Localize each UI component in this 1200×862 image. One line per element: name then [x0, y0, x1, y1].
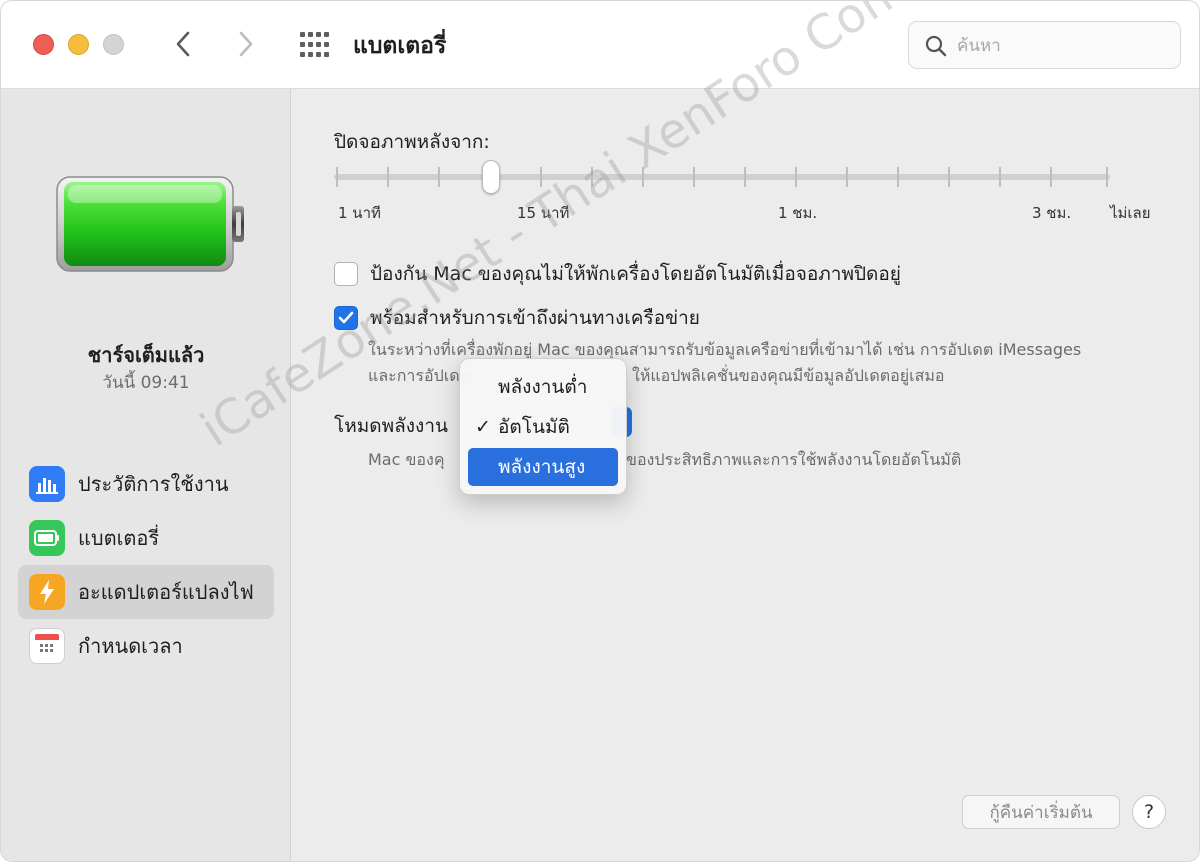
- slider-tick: [897, 167, 899, 187]
- menu-item-label: อัตโนมัติ: [498, 416, 570, 438]
- slider-label-15min: 15 นาที: [517, 204, 570, 222]
- power-mode-label: โหมดพลังงาน: [334, 415, 448, 437]
- slider-track: [334, 174, 1110, 180]
- lightning-icon: [29, 574, 65, 610]
- main-panel: ปิดจอภาพหลังจาก: 1 นาที 15 นาที 1 ชม. 3 …: [292, 89, 1199, 861]
- power-mode-description-left: Mac ของคุ: [368, 450, 445, 469]
- back-button[interactable]: [166, 27, 200, 61]
- checkmark-icon: ✓: [475, 416, 491, 438]
- battery-status-title: ชาร์จเต็มแล้ว: [87, 343, 205, 367]
- network-access-option[interactable]: พร้อมสำหรับการเข้าถึงผ่านทางเครือข่าย: [334, 303, 700, 333]
- slider-tick: [744, 167, 746, 187]
- prevent-sleep-option[interactable]: ป้องกัน Mac ของคุณไม่ให้พักเครื่องโดยอัต…: [334, 259, 901, 289]
- forward-button[interactable]: [229, 27, 263, 61]
- sidebar-item-power-adapter[interactable]: อะแดปเตอร์แปลงไฟ: [18, 565, 274, 619]
- menu-item-high-power[interactable]: พลังงานสูง: [468, 448, 618, 486]
- slider-tick: [1106, 167, 1108, 187]
- power-mode-description-right: ของประสิทธิภาพและการใช้พลังงานโดยอัตโนมั…: [626, 450, 962, 469]
- network-access-description-line2-right: ให้แอปพลิเคชั่นของคุณมีข้อมูลอัปเดตอยู่เ…: [632, 366, 945, 385]
- grid-icon: [300, 32, 329, 57]
- battery-icon: [29, 520, 65, 556]
- title-bar: แบตเตอรี่: [1, 1, 1199, 89]
- help-button[interactable]: ?: [1132, 795, 1166, 829]
- bar-chart-icon: [29, 466, 65, 502]
- search-field[interactable]: [908, 21, 1181, 69]
- sidebar: ชาร์จเต็มแล้ว วันนี้ 09:41 ประวัติการใช้…: [1, 89, 291, 861]
- network-access-label: พร้อมสำหรับการเข้าถึงผ่านทางเครือข่าย: [370, 307, 700, 329]
- slider-tick: [438, 167, 440, 187]
- search-icon: [925, 35, 947, 57]
- slider-knob[interactable]: [482, 160, 500, 194]
- sidebar-item-label: อะแดปเตอร์แปลงไฟ: [78, 580, 254, 604]
- slider-label-1min: 1 นาที: [338, 204, 381, 222]
- show-all-button[interactable]: [298, 30, 332, 60]
- checkmark-icon: [338, 311, 354, 324]
- zoom-window-button[interactable]: [103, 34, 124, 55]
- power-mode-menu: พลังงานต่ำ ✓ อัตโนมัติ พลังงานสูง: [459, 358, 627, 495]
- sidebar-item-label: ประวัติการใช้งาน: [78, 472, 229, 496]
- slider-tick: [846, 167, 848, 187]
- slider-tick: [642, 167, 644, 187]
- menu-item-low-power[interactable]: พลังงานต่ำ: [468, 368, 618, 406]
- slider-tick: [999, 167, 1001, 187]
- sidebar-item-label: แบตเตอรี่: [78, 526, 160, 550]
- chevron-left-icon: [176, 31, 190, 57]
- sidebar-item-label: กำหนดเวลา: [78, 634, 183, 658]
- slider-label-3hr: 3 ชม.: [1032, 204, 1072, 222]
- menu-item-automatic[interactable]: ✓ อัตโนมัติ: [468, 408, 618, 446]
- battery-status-time: วันนี้ 09:41: [102, 373, 190, 393]
- restore-defaults-button[interactable]: กู้คืนค่าเริ่มต้น: [962, 795, 1120, 829]
- slider-tick: [387, 167, 389, 187]
- minimize-window-button[interactable]: [68, 34, 89, 55]
- slider-tick: [540, 167, 542, 187]
- sidebar-item-schedule[interactable]: กำหนดเวลา: [18, 619, 274, 673]
- slider-tick: [591, 167, 593, 187]
- sidebar-item-usage-history[interactable]: ประวัติการใช้งาน: [18, 457, 274, 511]
- battery-full-icon: [56, 176, 244, 272]
- slider-tick: [948, 167, 950, 187]
- network-access-checkbox[interactable]: [334, 306, 358, 330]
- slider-tick: [795, 167, 797, 187]
- slider-tick: [693, 167, 695, 187]
- calendar-icon: [29, 628, 65, 664]
- network-access-description-line2-left: และการอัปเดต: [368, 366, 470, 385]
- slider-tick: [1050, 167, 1052, 187]
- close-window-button[interactable]: [33, 34, 54, 55]
- system-preferences-window: แบตเตอรี่ ค้นหา ชาร์จเต็มแล้ว วันนี้ 09:…: [0, 0, 1200, 862]
- display-off-slider[interactable]: [334, 160, 1110, 195]
- chevron-right-icon: [239, 31, 253, 57]
- sidebar-item-battery[interactable]: แบตเตอรี่: [18, 511, 274, 565]
- slider-label-1hr: 1 ชม.: [778, 204, 818, 222]
- prevent-sleep-label: ป้องกัน Mac ของคุณไม่ให้พักเครื่องโดยอัต…: [370, 263, 901, 285]
- search-input[interactable]: [957, 33, 1167, 59]
- slider-label-never: ไม่เลย: [1110, 204, 1151, 222]
- menu-item-label: พลังงานสูง: [498, 456, 586, 478]
- prevent-sleep-checkbox[interactable]: [334, 262, 358, 286]
- display-off-label: ปิดจอภาพหลังจาก:: [334, 131, 490, 153]
- window-title: แบตเตอรี่: [353, 33, 447, 59]
- slider-tick: [336, 167, 338, 187]
- menu-item-label: พลังงานต่ำ: [498, 376, 588, 398]
